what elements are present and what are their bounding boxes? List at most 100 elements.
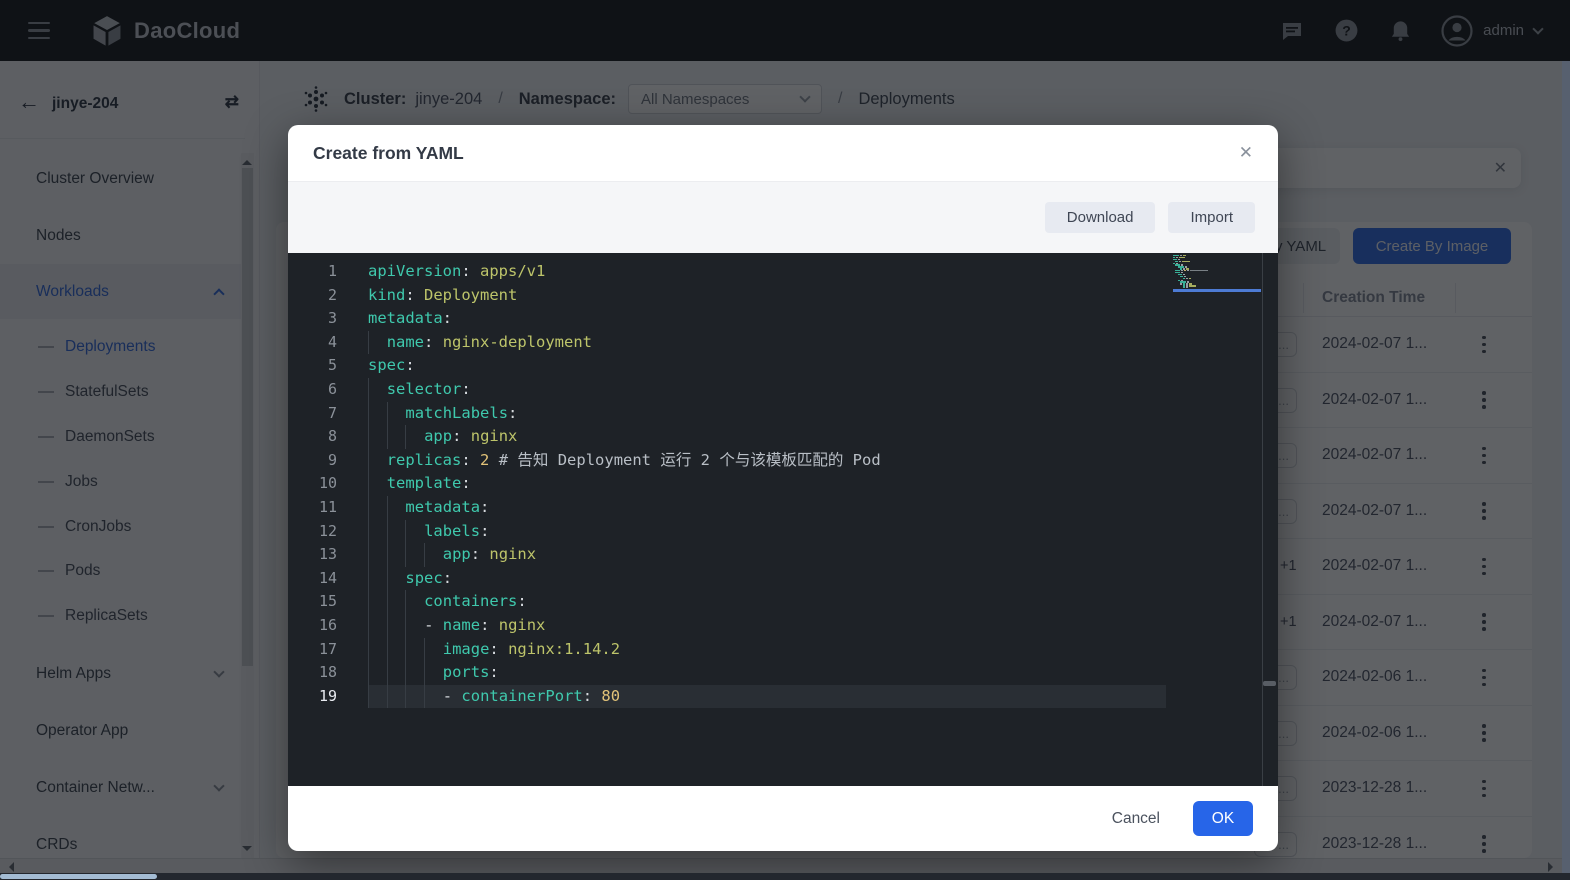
indent-guide — [387, 543, 406, 567]
indent-guide — [368, 378, 387, 402]
line-code: selector: — [368, 378, 1166, 402]
editor-line: 4name: nginx-deployment — [288, 331, 1278, 355]
indent-guide — [387, 520, 406, 544]
token-p: : — [405, 354, 414, 378]
editor-line: 7 matchLabels: — [288, 402, 1278, 426]
line-number: 19 — [288, 685, 337, 709]
indent-guide — [368, 543, 387, 567]
minimap-segment — [1184, 270, 1186, 271]
token-k: containers — [424, 590, 517, 614]
indent-guide — [387, 661, 406, 685]
indent-guide — [368, 638, 387, 662]
download-button[interactable]: Download — [1045, 202, 1156, 233]
indent-guide — [387, 567, 406, 591]
line-code: kind: Deployment — [368, 284, 1166, 308]
indent-guide — [405, 685, 424, 709]
indent-guide — [387, 638, 406, 662]
token-k: spec — [405, 567, 442, 591]
line-number: 17 — [288, 638, 337, 662]
token-v: nginx — [471, 425, 518, 449]
token-k: replicas — [387, 449, 462, 473]
token-k: metadata — [405, 496, 480, 520]
token-p: : — [461, 449, 480, 473]
yaml-editor[interactable]: 1apiVersion: apps/v12kind: Deployment3me… — [288, 253, 1278, 786]
indent-guide — [387, 425, 406, 449]
token-p: : — [405, 284, 424, 308]
line-number: 7 — [288, 402, 337, 426]
import-button[interactable]: Import — [1168, 202, 1255, 233]
token-k: apiVersion — [368, 260, 461, 284]
token-v: Deployment — [424, 284, 517, 308]
minimap-segment — [1189, 285, 1196, 286]
editor-scrollbar-thumb[interactable] — [1263, 681, 1276, 686]
token-p: : — [489, 661, 498, 685]
line-code: metadata: — [368, 307, 1166, 331]
line-code: ports: — [368, 661, 1166, 685]
token-p: : — [480, 496, 489, 520]
indent-guide — [368, 661, 387, 685]
line-code: app: nginx — [368, 425, 1166, 449]
token-p: : — [443, 307, 452, 331]
editor-line: 5spec: — [288, 354, 1278, 378]
minimap-line — [1173, 287, 1261, 288]
line-number: 2 — [288, 284, 337, 308]
line-number: 16 — [288, 614, 337, 638]
ok-label: OK — [1212, 810, 1234, 828]
token-k: template — [387, 472, 462, 496]
indent-guide — [368, 496, 387, 520]
indent-guide — [387, 614, 406, 638]
minimap-segment — [1189, 278, 1192, 279]
token-k: containerPort — [461, 685, 582, 709]
line-code: labels: — [368, 520, 1166, 544]
indent-guide — [424, 661, 443, 685]
token-p: : — [443, 567, 452, 591]
minimap-segment — [1187, 270, 1189, 271]
editor-toolbar: Download Import — [288, 182, 1278, 253]
indent-guide — [368, 520, 387, 544]
minimap-line — [1173, 289, 1261, 292]
line-number: 6 — [288, 378, 337, 402]
token-p: : — [452, 425, 471, 449]
line-code: apiVersion: apps/v1 — [368, 260, 1166, 284]
token-v: nginx — [499, 614, 546, 638]
token-p: : — [508, 402, 517, 426]
editor-scrollbar-track — [1262, 253, 1263, 786]
minimap-segment — [1186, 278, 1188, 279]
editor-minimap[interactable] — [1173, 255, 1261, 293]
browser-horizontal-scrollbar-thumb[interactable] — [0, 874, 157, 879]
token-k: spec — [368, 354, 405, 378]
token-k: image — [443, 638, 490, 662]
editor-line: 17 image: nginx:1.14.2 — [288, 638, 1278, 662]
close-icon[interactable]: ✕ — [1239, 143, 1253, 163]
token-v: nginx:1.14.2 — [508, 638, 620, 662]
line-number: 11 — [288, 496, 337, 520]
cancel-button[interactable]: Cancel — [1112, 810, 1160, 828]
editor-line: 15containers: — [288, 590, 1278, 614]
import-label: Import — [1190, 209, 1233, 226]
download-label: Download — [1067, 209, 1134, 226]
browser-horizontal-scrollbar[interactable] — [0, 873, 1570, 880]
editor-line: 19 - containerPort: 80 — [288, 685, 1278, 709]
indent-guide — [368, 449, 387, 473]
token-p: : — [489, 638, 508, 662]
ok-button[interactable]: OK — [1193, 801, 1253, 836]
token-p: : — [583, 685, 602, 709]
token-k: app — [443, 543, 471, 567]
line-code: containers: — [368, 590, 1166, 614]
editor-line: 1apiVersion: apps/v1 — [288, 260, 1278, 284]
token-p: : — [461, 378, 470, 402]
indent-guide — [405, 661, 424, 685]
indent-guide — [368, 567, 387, 591]
indent-guide — [387, 685, 406, 709]
editor-line: 9replicas: 2 # 告知 Deployment 运行 2 个与该模板匹… — [288, 449, 1278, 473]
token-v: nginx — [489, 543, 536, 567]
line-code: matchLabels: — [368, 402, 1166, 426]
token-k: labels — [424, 520, 480, 544]
browser-vertical-scrollbar[interactable] — [1562, 61, 1570, 880]
line-number: 14 — [288, 567, 337, 591]
token-k: name — [443, 614, 480, 638]
line-code: spec: — [368, 354, 1166, 378]
editor-line: 8app: nginx — [288, 425, 1278, 449]
line-code: - containerPort: 80 — [368, 685, 1166, 709]
modal-title: Create from YAML — [313, 143, 1239, 164]
